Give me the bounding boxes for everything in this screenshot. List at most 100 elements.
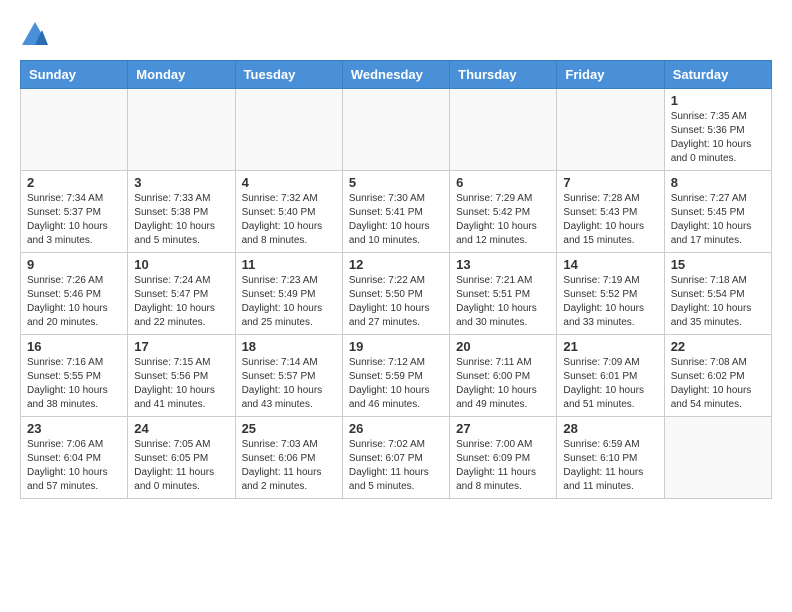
day-info: Sunrise: 7:00 AM Sunset: 6:09 PM Dayligh… (456, 438, 550, 494)
day-cell: 5 Sunrise: 7:30 AM Sunset: 5:41 PM Daylig… (342, 171, 449, 253)
calendar: SundayMondayTuesdayWednesdayThursdayFrid… (20, 60, 772, 499)
day-info: Sunrise: 7:06 AM Sunset: 6:04 PM Dayligh… (27, 438, 121, 494)
day-number: 11 (242, 257, 336, 272)
day-number: 4 (242, 175, 336, 190)
day-cell: 15 Sunrise: 7:18 AM Sunset: 5:54 PM Dayli… (664, 253, 771, 335)
day-info: Sunrise: 7:30 AM Sunset: 5:41 PM Dayligh… (349, 192, 443, 248)
day-cell: 16 Sunrise: 7:16 AM Sunset: 5:55 PM Dayli… (21, 335, 128, 417)
day-info: Sunrise: 7:21 AM Sunset: 5:51 PM Dayligh… (456, 274, 550, 330)
day-cell: 6 Sunrise: 7:29 AM Sunset: 5:42 PM Daylig… (450, 171, 557, 253)
day-number: 28 (563, 421, 657, 436)
day-number: 5 (349, 175, 443, 190)
day-number: 6 (456, 175, 550, 190)
day-cell: 26 Sunrise: 7:02 AM Sunset: 6:07 PM Dayli… (342, 417, 449, 499)
day-info: Sunrise: 7:33 AM Sunset: 5:38 PM Dayligh… (134, 192, 228, 248)
week-row-2: 9 Sunrise: 7:26 AM Sunset: 5:46 PM Daylig… (21, 253, 772, 335)
day-info: Sunrise: 7:18 AM Sunset: 5:54 PM Dayligh… (671, 274, 765, 330)
day-cell: 25 Sunrise: 7:03 AM Sunset: 6:06 PM Dayli… (235, 417, 342, 499)
day-cell: 27 Sunrise: 7:00 AM Sunset: 6:09 PM Dayli… (450, 417, 557, 499)
day-info: Sunrise: 7:29 AM Sunset: 5:42 PM Dayligh… (456, 192, 550, 248)
day-cell: 8 Sunrise: 7:27 AM Sunset: 5:45 PM Daylig… (664, 171, 771, 253)
day-number: 26 (349, 421, 443, 436)
day-number: 14 (563, 257, 657, 272)
day-cell: 12Sunrise: 7:22 AM Sunset: 5:50 PM Dayli… (342, 253, 449, 335)
day-cell: 20 Sunrise: 7:11 AM Sunset: 6:00 PM Dayli… (450, 335, 557, 417)
day-info: Sunrise: 7:11 AM Sunset: 6:00 PM Dayligh… (456, 356, 550, 412)
day-number: 7 (563, 175, 657, 190)
day-cell: 11 Sunrise: 7:23 AM Sunset: 5:49 PM Dayli… (235, 253, 342, 335)
day-cell: 23 Sunrise: 7:06 AM Sunset: 6:04 PM Dayli… (21, 417, 128, 499)
day-number: 9 (27, 257, 121, 272)
day-info: Sunrise: 7:09 AM Sunset: 6:01 PM Dayligh… (563, 356, 657, 412)
day-header-wednesday: Wednesday (342, 61, 449, 89)
day-number: 13 (456, 257, 550, 272)
day-info: Sunrise: 7:27 AM Sunset: 5:45 PM Dayligh… (671, 192, 765, 248)
day-info: Sunrise: 7:03 AM Sunset: 6:06 PM Dayligh… (242, 438, 336, 494)
day-cell (342, 89, 449, 171)
day-info: Sunrise: 7:34 AM Sunset: 5:37 PM Dayligh… (27, 192, 121, 248)
day-info: Sunrise: 7:08 AM Sunset: 6:02 PM Dayligh… (671, 356, 765, 412)
week-row-0: 1 Sunrise: 7:35 AM Sunset: 5:36 PM Daylig… (21, 89, 772, 171)
header (20, 20, 772, 50)
day-number: 27 (456, 421, 550, 436)
day-number: 3 (134, 175, 228, 190)
day-number: 8 (671, 175, 765, 190)
week-row-3: 16 Sunrise: 7:16 AM Sunset: 5:55 PM Dayli… (21, 335, 772, 417)
day-header-thursday: Thursday (450, 61, 557, 89)
day-info: Sunrise: 7:12 AM Sunset: 5:59 PM Dayligh… (349, 356, 443, 412)
day-cell (450, 89, 557, 171)
day-number: 15 (671, 257, 765, 272)
day-cell: 14 Sunrise: 7:19 AM Sunset: 5:52 PM Dayli… (557, 253, 664, 335)
day-cell (128, 89, 235, 171)
day-cell: 3 Sunrise: 7:33 AM Sunset: 5:38 PM Daylig… (128, 171, 235, 253)
day-info: Sunrise: 7:28 AM Sunset: 5:43 PM Dayligh… (563, 192, 657, 248)
day-cell (235, 89, 342, 171)
day-header-saturday: Saturday (664, 61, 771, 89)
day-info: Sunrise: 7:16 AM Sunset: 5:55 PM Dayligh… (27, 356, 121, 412)
day-cell: 28Sunrise: 6:59 AM Sunset: 6:10 PM Dayli… (557, 417, 664, 499)
day-cell: 13 Sunrise: 7:21 AM Sunset: 5:51 PM Dayli… (450, 253, 557, 335)
day-info: Sunrise: 7:24 AM Sunset: 5:47 PM Dayligh… (134, 274, 228, 330)
logo (20, 20, 54, 50)
day-info: Sunrise: 7:02 AM Sunset: 6:07 PM Dayligh… (349, 438, 443, 494)
day-cell (557, 89, 664, 171)
week-row-4: 23 Sunrise: 7:06 AM Sunset: 6:04 PM Dayli… (21, 417, 772, 499)
day-cell: 24 Sunrise: 7:05 AM Sunset: 6:05 PM Dayli… (128, 417, 235, 499)
day-header-monday: Monday (128, 61, 235, 89)
day-number: 18 (242, 339, 336, 354)
day-info: Sunrise: 7:26 AM Sunset: 5:46 PM Dayligh… (27, 274, 121, 330)
day-number: 24 (134, 421, 228, 436)
day-cell: 7 Sunrise: 7:28 AM Sunset: 5:43 PM Daylig… (557, 171, 664, 253)
day-info: Sunrise: 7:05 AM Sunset: 6:05 PM Dayligh… (134, 438, 228, 494)
logo-icon (20, 20, 50, 50)
day-cell: 21Sunrise: 7:09 AM Sunset: 6:01 PM Dayli… (557, 335, 664, 417)
day-cell: 1 Sunrise: 7:35 AM Sunset: 5:36 PM Daylig… (664, 89, 771, 171)
day-info: Sunrise: 7:19 AM Sunset: 5:52 PM Dayligh… (563, 274, 657, 330)
day-number: 22 (671, 339, 765, 354)
day-info: Sunrise: 7:15 AM Sunset: 5:56 PM Dayligh… (134, 356, 228, 412)
day-number: 25 (242, 421, 336, 436)
day-number: 16 (27, 339, 121, 354)
day-cell: 19 Sunrise: 7:12 AM Sunset: 5:59 PM Dayli… (342, 335, 449, 417)
day-cell: 9 Sunrise: 7:26 AM Sunset: 5:46 PM Daylig… (21, 253, 128, 335)
day-cell: 2 Sunrise: 7:34 AM Sunset: 5:37 PM Daylig… (21, 171, 128, 253)
day-info: Sunrise: 7:32 AM Sunset: 5:40 PM Dayligh… (242, 192, 336, 248)
day-number: 19 (349, 339, 443, 354)
day-number: 23 (27, 421, 121, 436)
day-info: Sunrise: 7:35 AM Sunset: 5:36 PM Dayligh… (671, 110, 765, 166)
day-header-tuesday: Tuesday (235, 61, 342, 89)
day-cell (664, 417, 771, 499)
day-info: Sunrise: 7:14 AM Sunset: 5:57 PM Dayligh… (242, 356, 336, 412)
day-cell (21, 89, 128, 171)
week-row-1: 2 Sunrise: 7:34 AM Sunset: 5:37 PM Daylig… (21, 171, 772, 253)
day-number: 20 (456, 339, 550, 354)
day-header-sunday: Sunday (21, 61, 128, 89)
day-info: Sunrise: 7:23 AM Sunset: 5:49 PM Dayligh… (242, 274, 336, 330)
day-number: 1 (671, 93, 765, 108)
day-cell: 22 Sunrise: 7:08 AM Sunset: 6:02 PM Dayli… (664, 335, 771, 417)
day-number: 10 (134, 257, 228, 272)
day-cell: 18 Sunrise: 7:14 AM Sunset: 5:57 PM Dayli… (235, 335, 342, 417)
calendar-header-row: SundayMondayTuesdayWednesdayThursdayFrid… (21, 61, 772, 89)
day-number: 2 (27, 175, 121, 190)
day-cell: 10 Sunrise: 7:24 AM Sunset: 5:47 PM Dayli… (128, 253, 235, 335)
